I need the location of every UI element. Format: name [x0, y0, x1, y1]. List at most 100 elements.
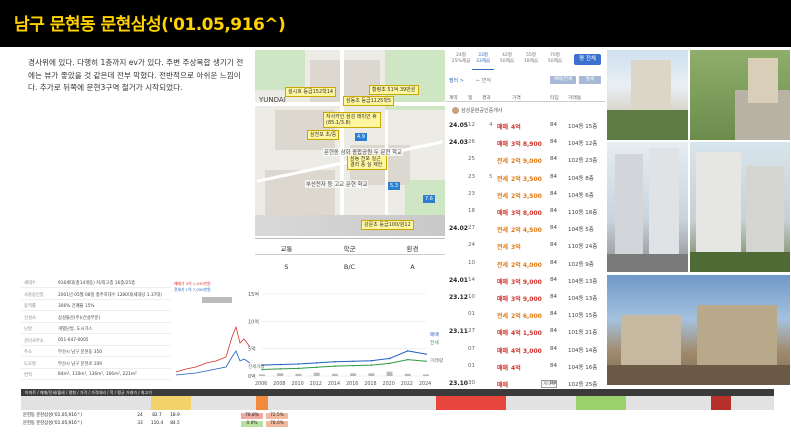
transaction-row[interactable]: 24.05 12 4 84 104동 15층 매매 4억: [446, 118, 605, 133]
transaction-row[interactable]: 01 84 104동 16층 매매 4억: [446, 359, 605, 374]
info-row: 주소 부산시 남구 문현동 350: [21, 346, 171, 357]
chart-point: [388, 357, 391, 360]
info-row: 건설사 삼성물산(주)(건설부문): [21, 312, 171, 323]
transaction-row[interactable]: 24 84 110동 24층 전세 3억: [446, 238, 605, 253]
transaction-row[interactable]: 24.02 27 84 104동 5층 전세 2억 4,500: [446, 221, 605, 236]
tx-price: 전세 3억: [497, 242, 521, 251]
tx-price-value: 2억 3,500: [511, 175, 542, 183]
tx-floor: 104동 5층: [568, 227, 594, 234]
chart-volume-label: 전세거래: [248, 363, 265, 370]
info-key: 용적률: [24, 304, 36, 309]
chart-point: [315, 362, 318, 364]
tx-floor: 110동 24층: [568, 244, 598, 251]
active-tab-underline: [472, 69, 494, 70]
photo-building-3[interactable]: [690, 142, 790, 272]
chart-x-tick: 2006: [255, 381, 267, 387]
map-pin-area[interactable]: 삼동 전포 실근 결리 풍 실 제한: [347, 154, 387, 170]
all-sizes-button[interactable]: 평 전체: [574, 54, 601, 65]
transaction-row[interactable]: 24.03 26 84 104동 12층 매매 3억 8,900: [446, 135, 605, 150]
tx-kind: 4: [489, 122, 493, 128]
transaction-row[interactable]: 10 84 102동 9층 전세 2억 4,000: [446, 256, 605, 271]
tx-price-value: 4억 3,000: [511, 347, 542, 355]
chart-point: [406, 350, 409, 352]
tab-70[interactable]: 70평 50제곱: [544, 53, 566, 65]
trend-mini-svg: [175, 297, 251, 376]
chart-x-tick: 2014: [328, 381, 340, 387]
chip-monthly[interactable]: 월세: [579, 76, 601, 84]
chart-series-label: 전세: [430, 339, 439, 346]
tx-type: 전세: [497, 244, 509, 252]
tab-24[interactable]: 24평 25%제곱: [450, 53, 472, 65]
chart-y-tick: 10억: [248, 318, 259, 325]
transaction-row[interactable]: 23.10 30 84 102동 25층 매매 계약해: [446, 376, 605, 390]
tx-floor: 104동 13층: [568, 296, 598, 302]
map-pin-school-4[interactable]: 삼천포 초/중: [307, 130, 340, 140]
chart-series-label: 매매: [430, 331, 439, 338]
tab-33[interactable]: 33평 33제곱: [472, 53, 494, 65]
chart-volume-bar: [423, 374, 429, 376]
chip-sale-jeonse[interactable]: 매매/전세: [550, 76, 576, 84]
map-pin-school-5[interactable]: 강문초 등급100/원12: [361, 220, 414, 230]
tx-price: 매매 4억: [497, 363, 521, 372]
map-marker-1[interactable]: 4.9: [355, 133, 367, 141]
map-pin-school-1[interactable]: 설시호 등급152학14: [285, 87, 337, 97]
map-marker-3[interactable]: 7.6: [423, 195, 435, 203]
photo-neighborhood[interactable]: [607, 275, 790, 385]
transaction-row[interactable]: 23 84 104동 6층 전세 2억 3,500: [446, 187, 605, 202]
tx-price-value: 3억: [511, 244, 521, 252]
chart-y-tick: 15억: [248, 291, 259, 298]
tx-price: 매매 3억 8,000: [497, 208, 542, 217]
chart-y-tick: 5억: [248, 346, 256, 353]
transaction-row[interactable]: 18 84 110동 18층 매매 3억 8,000: [446, 204, 605, 219]
chart-point: [334, 365, 336, 367]
tx-type: 전세: [497, 261, 509, 269]
photo-street-1[interactable]: [690, 50, 790, 140]
chart-x-tick: 2012: [310, 381, 322, 387]
map-pin-school-3[interactable]: 황령초 51억 39만원: [369, 85, 419, 95]
transaction-row[interactable]: 07 84 104동 14층 매매 4억 3,000: [446, 342, 605, 357]
chart-volume-bar: [368, 373, 375, 376]
map-pin-apartment[interactable]: 자사카인 삼성 래미안 휴 (85.1/3.8): [323, 112, 381, 128]
filter-row: 필터 > ← 면적 매매/전세 월세: [446, 74, 605, 86]
transaction-row[interactable]: 23 5 84 104동 8층 전세 2억 3,500: [446, 170, 605, 185]
tab-42[interactable]: 42평 50제곱: [496, 53, 518, 65]
chart-x-tick: 2010: [291, 381, 303, 387]
info-row: 난방 개별난방, 도시가스: [21, 323, 171, 334]
tx-day: 18: [468, 208, 475, 214]
agent-row[interactable]: 삼성문현공인중개사: [452, 107, 502, 114]
tx-date: 23.12: [449, 294, 468, 301]
tx-day: 01: [468, 362, 475, 369]
tx-date: 24.02: [449, 225, 468, 233]
transaction-row[interactable]: 23.11 27 84 101동 21층 매매 4억 1,500: [446, 324, 605, 339]
tx-type: 매매: [497, 141, 509, 149]
bt-row2-size: 33: [137, 421, 143, 426]
chart-point: [297, 367, 300, 370]
transaction-row[interactable]: 01 84 110동 15층 전세 2억 6,000: [446, 307, 605, 322]
filter-sub[interactable]: ← 면적: [476, 77, 491, 84]
filter-link[interactable]: 필터 >: [449, 77, 464, 84]
tx-area: 84: [550, 173, 557, 180]
tx-price-value: 3억 9,000: [511, 278, 542, 286]
photo-building-2[interactable]: [607, 142, 688, 272]
info-key: 사용승인일: [24, 292, 44, 298]
chart-point: [425, 353, 427, 355]
tx-area: 84: [550, 208, 557, 214]
photo-building-1[interactable]: [607, 50, 688, 140]
tx-price: 전세 2억 4,500: [497, 225, 542, 234]
tab-55[interactable]: 55평 18제곱: [520, 53, 542, 65]
tx-area: 84: [550, 362, 557, 369]
tx-price: 매매 4억: [497, 122, 521, 131]
tx-floor: 102동 25층: [568, 382, 598, 388]
transaction-row[interactable]: 24.01 14 84 104동 13층 매매 3억 9,000: [446, 273, 605, 288]
transaction-row[interactable]: 25 84 102동 23층 전세 2억 9,000: [446, 152, 605, 167]
tx-price-value: 2억 4,500: [511, 227, 542, 235]
tx-price-value: 4억: [511, 124, 521, 131]
tx-floor: 110동 15층: [568, 313, 598, 320]
transaction-row[interactable]: 23.12 10 84 104동 13층 매매 3억 9,000: [446, 290, 605, 305]
transaction-table-header: 계약 일 경과 가격 타입 거래동: [446, 92, 605, 102]
map-pin-school-2[interactable]: 삼동초 등급1125학5: [343, 96, 395, 106]
tx-date: 24.01: [449, 276, 468, 284]
map-marker-2[interactable]: 5.3: [388, 182, 400, 190]
bt-row2-v2: 84.5: [170, 421, 180, 426]
location-map[interactable]: 설시호 등급152학14 삼동초 등급1125학5 황령초 51억 39만원 자…: [255, 50, 445, 236]
